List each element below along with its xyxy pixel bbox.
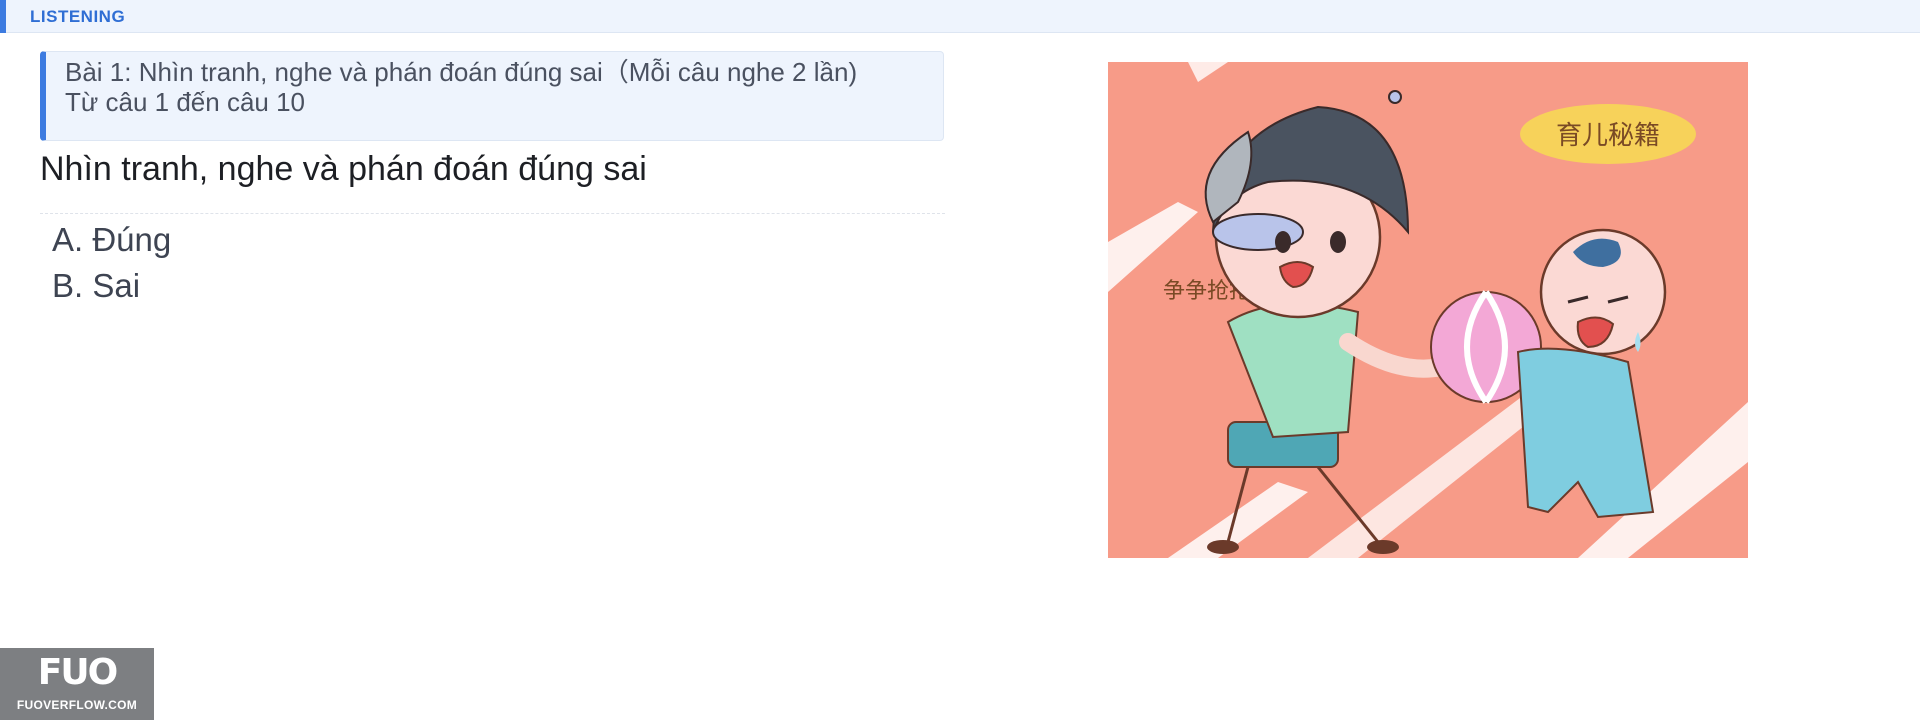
instruction-line-1: Bài 1: Nhìn tranh, nghe và phán đoán đún… [65, 57, 858, 87]
question-illustration: 育儿秘籍 争争抢抢 [1108, 62, 1748, 558]
badge-text: 育儿秘籍 [1556, 121, 1660, 151]
divider [40, 213, 945, 214]
boy-shoe [1207, 540, 1239, 554]
question-title: Nhìn tranh, nghe và phán đoán đúng sai [40, 150, 647, 188]
instruction-line-2: Từ câu 1 đến câu 10 [65, 87, 306, 117]
watermark: FUO FUOVERFLOW.COM [0, 648, 154, 720]
section-header-bar: LISTENING [0, 0, 1920, 33]
option-b[interactable]: B. Sai [40, 264, 440, 308]
boy-shoe [1367, 540, 1399, 554]
section-accent-bar [0, 0, 6, 33]
option-a[interactable]: A. Đúng [40, 218, 440, 262]
watermark-logo: FUO [37, 652, 118, 693]
boy-eye [1275, 231, 1291, 253]
section-label: LISTENING [30, 7, 126, 26]
boy-eye [1330, 231, 1346, 253]
cap-button [1388, 90, 1402, 104]
watermark-site: FUOVERFLOW.COM [16, 698, 138, 712]
instruction-box: Bài 1: Nhìn tranh, nghe và phán đoán đún… [40, 51, 944, 141]
